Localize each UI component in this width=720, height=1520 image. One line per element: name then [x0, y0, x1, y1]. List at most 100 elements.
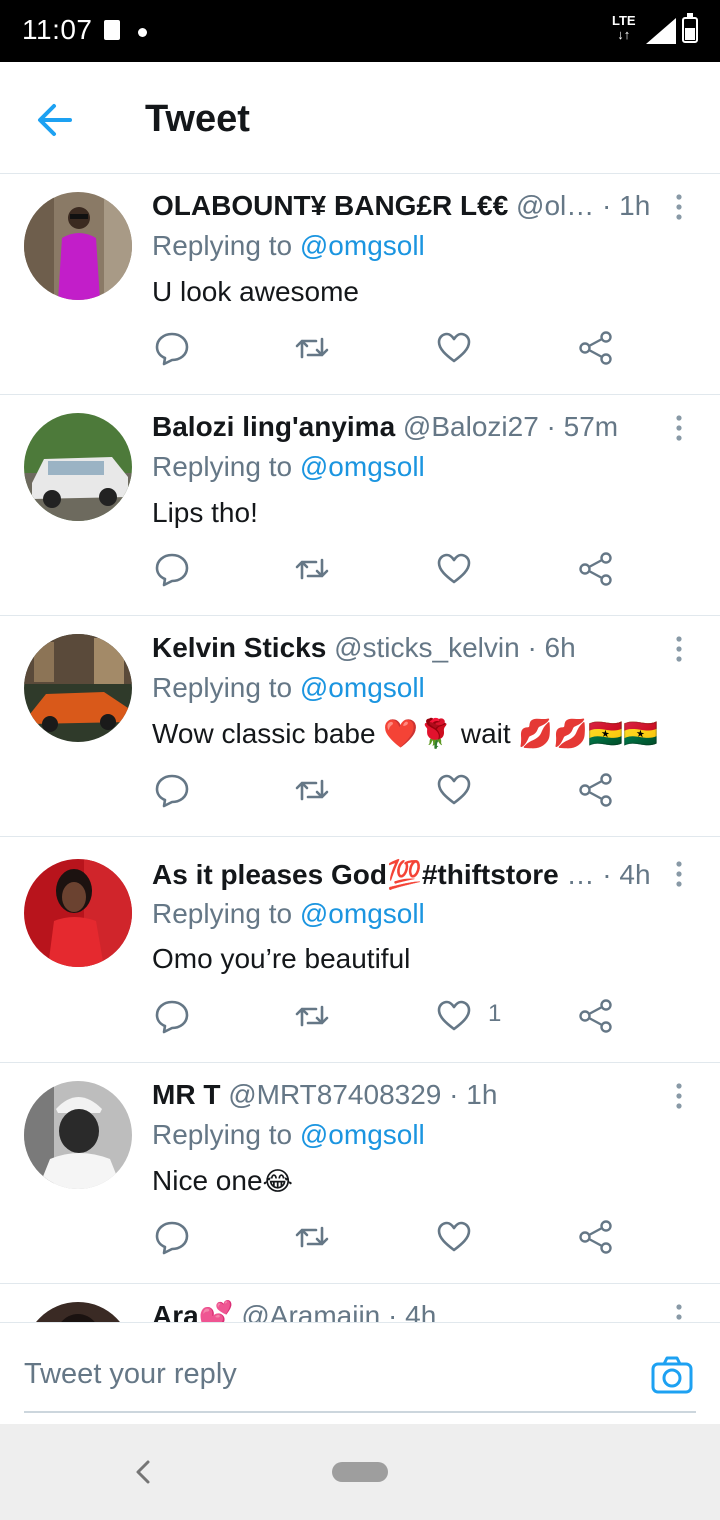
replying-to-user[interactable]: @omgsoll — [300, 672, 425, 703]
tweet-text: Lips tho! — [152, 495, 258, 531]
tweet-text-content: Lips tho! — [152, 497, 258, 528]
share-icon[interactable] — [578, 998, 614, 1034]
avatar[interactable] — [24, 859, 132, 967]
tweet-header: As it pleases God💯#thiftstore … · 4h — [152, 857, 652, 893]
tweet-header: OLABOUNT¥ BANG£R L€€ @ol… · 1h — [152, 188, 652, 224]
reply-feed[interactable]: OLABOUNT¥ BANG£R L€€ @ol… · 1h Replying … — [0, 174, 720, 1322]
network-type-label: LTE — [612, 13, 636, 28]
comment-icon[interactable] — [154, 330, 190, 366]
more-vertical-icon[interactable] — [666, 192, 692, 222]
tweet-actions — [152, 330, 622, 366]
tweet-actions — [152, 551, 622, 587]
more-vertical-icon[interactable] — [666, 1081, 692, 1111]
heart-icon[interactable] — [436, 1219, 472, 1255]
display-name[interactable]: As it pleases God💯#thiftstore — [152, 859, 559, 890]
replying-to-user[interactable]: @omgsoll — [300, 230, 425, 261]
tweet-text: Nice one😂 — [152, 1163, 293, 1199]
retweet-icon[interactable] — [294, 1219, 330, 1255]
more-vertical-icon[interactable] — [666, 859, 692, 889]
comment-icon[interactable] — [154, 551, 190, 587]
reply-input[interactable] — [24, 1343, 624, 1405]
replying-to-label: Replying to — [152, 1119, 300, 1150]
retweet-icon[interactable] — [294, 772, 330, 808]
input-underline — [24, 1411, 696, 1413]
avatar[interactable] — [24, 1302, 132, 1322]
tweet-text: Omo you’re beautiful — [152, 941, 410, 977]
tweet-item[interactable]: Ara💕 @Aramaiin · 4h — [0, 1284, 720, 1322]
tweet-text-content: Omo you’re beautiful — [152, 943, 411, 974]
heart-icon[interactable] — [436, 330, 472, 366]
share-icon[interactable] — [578, 551, 614, 587]
tweet-header: MR T @MRT87408329 · 1h — [152, 1077, 652, 1113]
replying-to: Replying to @omgsoll — [152, 1117, 425, 1153]
tweet-header: Balozi ling'anyima @Balozi27 · 57m — [152, 409, 652, 445]
status-bar: 11:07 LTE ↓↑ — [0, 0, 720, 62]
handle-and-time: @sticks_kelvin · 6h — [326, 632, 576, 663]
battery-icon — [682, 13, 698, 43]
share-icon[interactable] — [578, 772, 614, 808]
tweet-actions — [152, 772, 622, 808]
avatar[interactable] — [24, 634, 132, 742]
replying-to-label: Replying to — [152, 451, 300, 482]
replying-to: Replying to @omgsoll — [152, 670, 425, 706]
heart-icon[interactable] — [436, 551, 472, 587]
tweet-text-content: Nice one — [152, 1165, 263, 1196]
avatar[interactable] — [24, 413, 132, 521]
heart-icon[interactable] — [436, 998, 472, 1034]
avatar[interactable] — [24, 1081, 132, 1189]
share-icon[interactable] — [578, 1219, 614, 1255]
tweet-item[interactable]: Balozi ling'anyima @Balozi27 · 57m Reply… — [0, 395, 720, 616]
replying-to-user[interactable]: @omgsoll — [300, 898, 425, 929]
tweet-item[interactable]: MR T @MRT87408329 · 1h Replying to @omgs… — [0, 1063, 720, 1284]
tweet-header: Ara💕 @Aramaiin · 4h — [152, 1298, 652, 1322]
signal-icon — [646, 18, 676, 44]
handle-and-time: @Aramaiin · 4h — [233, 1300, 437, 1322]
app-header: Tweet — [0, 62, 720, 174]
share-icon[interactable] — [578, 330, 614, 366]
replying-to-label: Replying to — [152, 898, 300, 929]
retweet-icon[interactable] — [294, 998, 330, 1034]
handle-and-time: @ol… · 1h — [508, 190, 651, 221]
replying-to-user[interactable]: @omgsoll — [300, 1119, 425, 1150]
tweet-text: U look awesome — [152, 274, 359, 310]
nav-home-pill[interactable] — [332, 1462, 388, 1482]
tweet-actions — [152, 1219, 622, 1255]
avatar[interactable] — [24, 192, 132, 300]
retweet-icon[interactable] — [294, 330, 330, 366]
retweet-icon[interactable] — [294, 551, 330, 587]
display-name[interactable]: Balozi ling'anyima — [152, 411, 395, 442]
handle-and-time: … · 4h — [558, 859, 651, 890]
tweet-actions: 1 — [152, 998, 622, 1034]
like-count: 1 — [488, 1000, 502, 1027]
comment-icon[interactable] — [154, 1219, 190, 1255]
tweet-text-content: U look awesome — [152, 276, 359, 307]
tweet-text-content: Wow classic babe ❤️🌹 wait 💋💋🇬🇭🇬🇭 — [152, 718, 658, 749]
arrow-left-icon[interactable] — [34, 100, 78, 140]
comment-icon[interactable] — [154, 998, 190, 1034]
replying-to-user[interactable]: @omgsoll — [300, 451, 425, 482]
replying-to: Replying to @omgsoll — [152, 228, 425, 264]
nav-back-icon[interactable] — [134, 1458, 154, 1486]
heart-icon[interactable] — [436, 772, 472, 808]
tweet-item[interactable]: As it pleases God💯#thiftstore … · 4h Rep… — [0, 837, 720, 1063]
comment-icon[interactable] — [154, 772, 190, 808]
replying-to: Replying to @omgsoll — [152, 896, 425, 932]
replying-to-label: Replying to — [152, 672, 300, 703]
laughing-emoji: 😂 — [262, 1166, 293, 1196]
system-nav-bar — [0, 1424, 720, 1520]
handle-and-time: @Balozi27 · 57m — [395, 411, 619, 442]
display-name[interactable]: Ara💕 — [152, 1300, 234, 1322]
notification-dot-icon — [138, 28, 147, 37]
display-name[interactable]: Kelvin Sticks — [152, 632, 326, 663]
replying-to: Replying to @omgsoll — [152, 449, 425, 485]
more-vertical-icon[interactable] — [666, 634, 692, 664]
tweet-item[interactable]: OLABOUNT¥ BANG£R L€€ @ol… · 1h Replying … — [0, 174, 720, 395]
more-vertical-icon[interactable] — [666, 1302, 692, 1322]
status-time: 11:07 — [22, 14, 93, 45]
display-name[interactable]: OLABOUNT¥ BANG£R L€€ — [152, 190, 508, 221]
tweet-text: Wow classic babe ❤️🌹 wait 💋💋🇬🇭🇬🇭 — [152, 716, 658, 752]
camera-icon[interactable] — [650, 1355, 694, 1395]
display-name[interactable]: MR T — [152, 1079, 220, 1110]
tweet-item[interactable]: Kelvin Sticks @sticks_kelvin · 6h Replyi… — [0, 616, 720, 837]
more-vertical-icon[interactable] — [666, 413, 692, 443]
